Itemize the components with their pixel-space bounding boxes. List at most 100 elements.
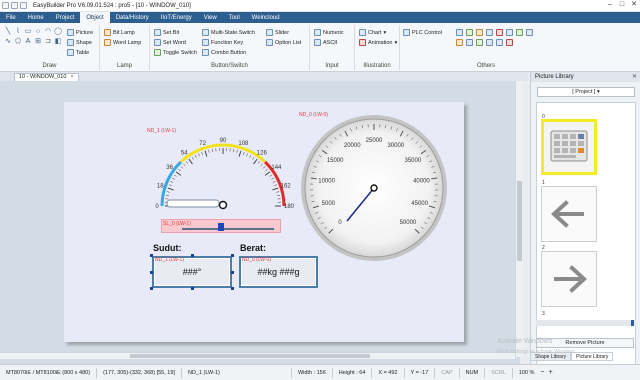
zoom-in-icon[interactable]: + [549,369,553,376]
vertical-scroll-thumb[interactable] [517,181,522,261]
menu-home[interactable]: Home [22,12,50,23]
polygon-icon[interactable]: ⬠ [14,38,22,46]
picture-button[interactable]: Picture [67,29,93,36]
multi-state-switch-button[interactable]: Multi-State Switch [202,29,255,36]
menu-bar: File Home Project Object Data/History II… [0,12,640,23]
numeric-button[interactable]: Numeric [314,29,343,36]
picture-item-arrow-left[interactable] [541,186,597,242]
sudut-value: ###° [182,267,202,277]
table-button[interactable]: Table [67,49,89,56]
tick-mark [173,174,177,177]
close-panel-icon[interactable]: ✕ [632,72,637,82]
line-icon[interactable]: ╲ [4,28,12,36]
set-bit-button[interactable]: Set Bit [154,29,179,36]
browser-icon[interactable] [526,29,533,36]
undo-icon[interactable] [11,2,18,9]
tab-picture-library[interactable]: Picture Library [571,352,614,361]
chart-button[interactable]: Chart ▾ [359,29,386,36]
ellipse-icon[interactable]: ◯ [54,28,62,36]
macro-icon[interactable] [466,39,473,46]
selection-handle[interactable] [191,287,194,290]
date-time-icon[interactable] [486,39,493,46]
bit-lamp-button[interactable]: Bit Lamp [104,29,135,36]
option-list-button[interactable]: Option List [266,39,301,46]
close-icon[interactable]: ✕ [630,1,638,9]
pipe-icon[interactable]: ⊐ [44,38,52,46]
selection-handle[interactable] [150,271,153,274]
selection-handle[interactable] [150,254,153,257]
trend-icon[interactable] [466,29,473,36]
curve-icon[interactable]: ∿ [4,38,12,46]
zoom-slider-knob[interactable] [631,320,634,326]
selection-handle[interactable] [231,254,234,257]
vnc-icon[interactable] [506,39,513,46]
horizontal-scroll-thumb[interactable] [130,354,370,358]
menu-tool[interactable]: Tool [223,12,246,23]
angle-slider[interactable]: SL_0 (LW-1) [161,219,281,233]
shape-button[interactable]: Shape [67,39,92,46]
slider-button[interactable]: Slider [266,29,289,36]
picture-item-arrow-right[interactable] [541,251,597,307]
arc-icon[interactable]: ◠ [44,28,52,36]
redo-icon[interactable] [20,2,27,9]
menu-project[interactable]: Project [50,12,81,23]
selection-handle[interactable] [191,254,194,257]
picture-item-keypad[interactable] [541,119,597,175]
qr-code-icon[interactable] [476,39,483,46]
selection-handle[interactable] [150,287,153,290]
animation-button[interactable]: Animation ▾ [359,39,397,46]
menu-file[interactable]: File [0,12,22,23]
ascii-button[interactable]: ASCII [314,39,337,46]
menu-data-history[interactable]: Data/History [110,12,155,23]
illustration-group-label: Illustration [363,63,391,69]
maximize-icon[interactable]: □ [618,1,626,9]
function-key-button[interactable]: Function Key [202,39,243,46]
selection-handle[interactable] [231,271,234,274]
status-zoom[interactable]: 100 % [513,368,541,378]
circle-icon[interactable]: ○ [34,28,42,36]
rectangle-icon[interactable]: ▭ [24,28,32,36]
set-word-button[interactable]: Set Word [154,39,186,46]
slider-tag: SL_0 (LW-1) [163,221,191,227]
weight-gauge[interactable]: 0500010000150002000025000300003500040000… [298,112,450,264]
slider-knob[interactable] [218,223,224,231]
word-lamp-button[interactable]: Word Lamp [104,39,141,46]
plc-control-button[interactable]: PLC Control [403,29,442,36]
menu-iiot-energy[interactable]: IIoT/Energy [155,12,198,23]
tab-window-010[interactable]: 10 - WINDOW_010 × [14,73,79,81]
chevron-down-icon: ▾ [394,39,398,46]
library-source-dropdown[interactable]: [ Project ] ▾ [537,87,635,97]
arrow-right-icon [554,265,587,293]
panel-zoom-slider[interactable] [536,320,636,326]
tick-mark [170,181,174,183]
menu-object[interactable]: Object [80,12,110,23]
recipe-icon[interactable] [486,29,493,36]
scheduler-icon[interactable] [456,39,463,46]
event-log-icon[interactable] [456,29,463,36]
tick-label: 50000 [400,220,417,226]
panel-title: Picture Library [535,74,574,80]
alarm-icon[interactable] [476,29,483,36]
polyline-icon[interactable]: ⌇ [14,28,22,36]
horizontal-scrollbar[interactable] [0,352,515,359]
menu-weincloud[interactable]: Weincloud [246,12,286,23]
tick-mark [183,163,186,167]
combo-button-button[interactable]: Combo Button [202,49,246,56]
scale-icon[interactable]: ⊞ [34,38,42,46]
save-icon[interactable] [2,2,9,9]
backup-icon[interactable] [496,29,503,36]
others-tools-row2 [456,39,513,46]
toggle-switch-button[interactable]: Toggle Switch [154,49,197,56]
close-tab-icon[interactable]: × [70,74,73,80]
selection-handle[interactable] [231,287,234,290]
minimize-icon[interactable]: – [606,1,614,9]
vertical-scrollbar[interactable] [515,81,523,357]
media-icon[interactable] [506,29,513,36]
zoom-out-icon[interactable]: − [540,369,544,376]
pdf-icon[interactable] [496,39,503,46]
fill-icon[interactable]: ◧ [54,38,62,46]
text-icon[interactable]: A [24,38,32,46]
menu-view[interactable]: View [198,12,223,23]
camera-icon[interactable] [516,29,523,36]
angle-gauge[interactable]: 0 18 36 54 72 90 108 126 144 162 180 [147,132,299,214]
